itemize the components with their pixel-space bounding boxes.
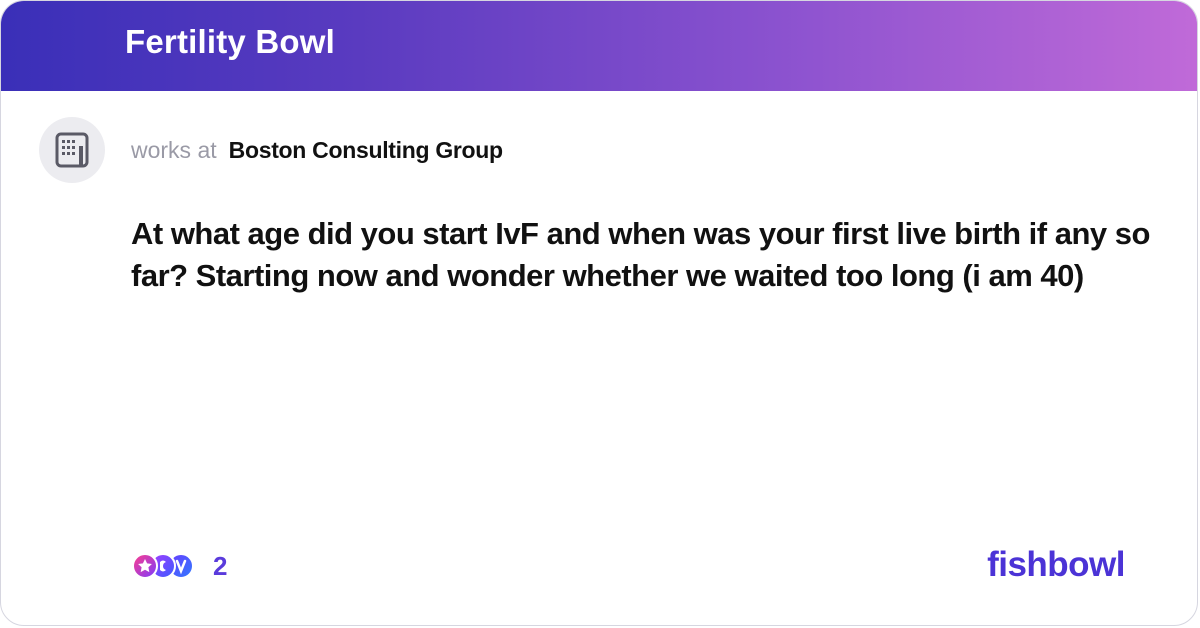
author-meta: works at Boston Consulting Group [131, 137, 503, 164]
reaction-count: 2 [213, 551, 228, 581]
building-icon [55, 132, 89, 168]
fishbowl-logo: fishbowl [987, 545, 1125, 584]
reaction-emojis-icon [132, 553, 194, 579]
works-at-label: works at [131, 137, 217, 163]
post-card: Fertility Bowl works at Boston Consulting… [0, 0, 1198, 626]
company-name[interactable]: Boston Consulting Group [229, 137, 503, 163]
post-question: At what age did you start IvF and when w… [131, 216, 1150, 293]
company-avatar [39, 117, 105, 183]
reactions[interactable]: 2 [131, 547, 251, 585]
bowl-title[interactable]: Fertility Bowl [125, 23, 335, 61]
bowl-header: Fertility Bowl [1, 1, 1197, 91]
